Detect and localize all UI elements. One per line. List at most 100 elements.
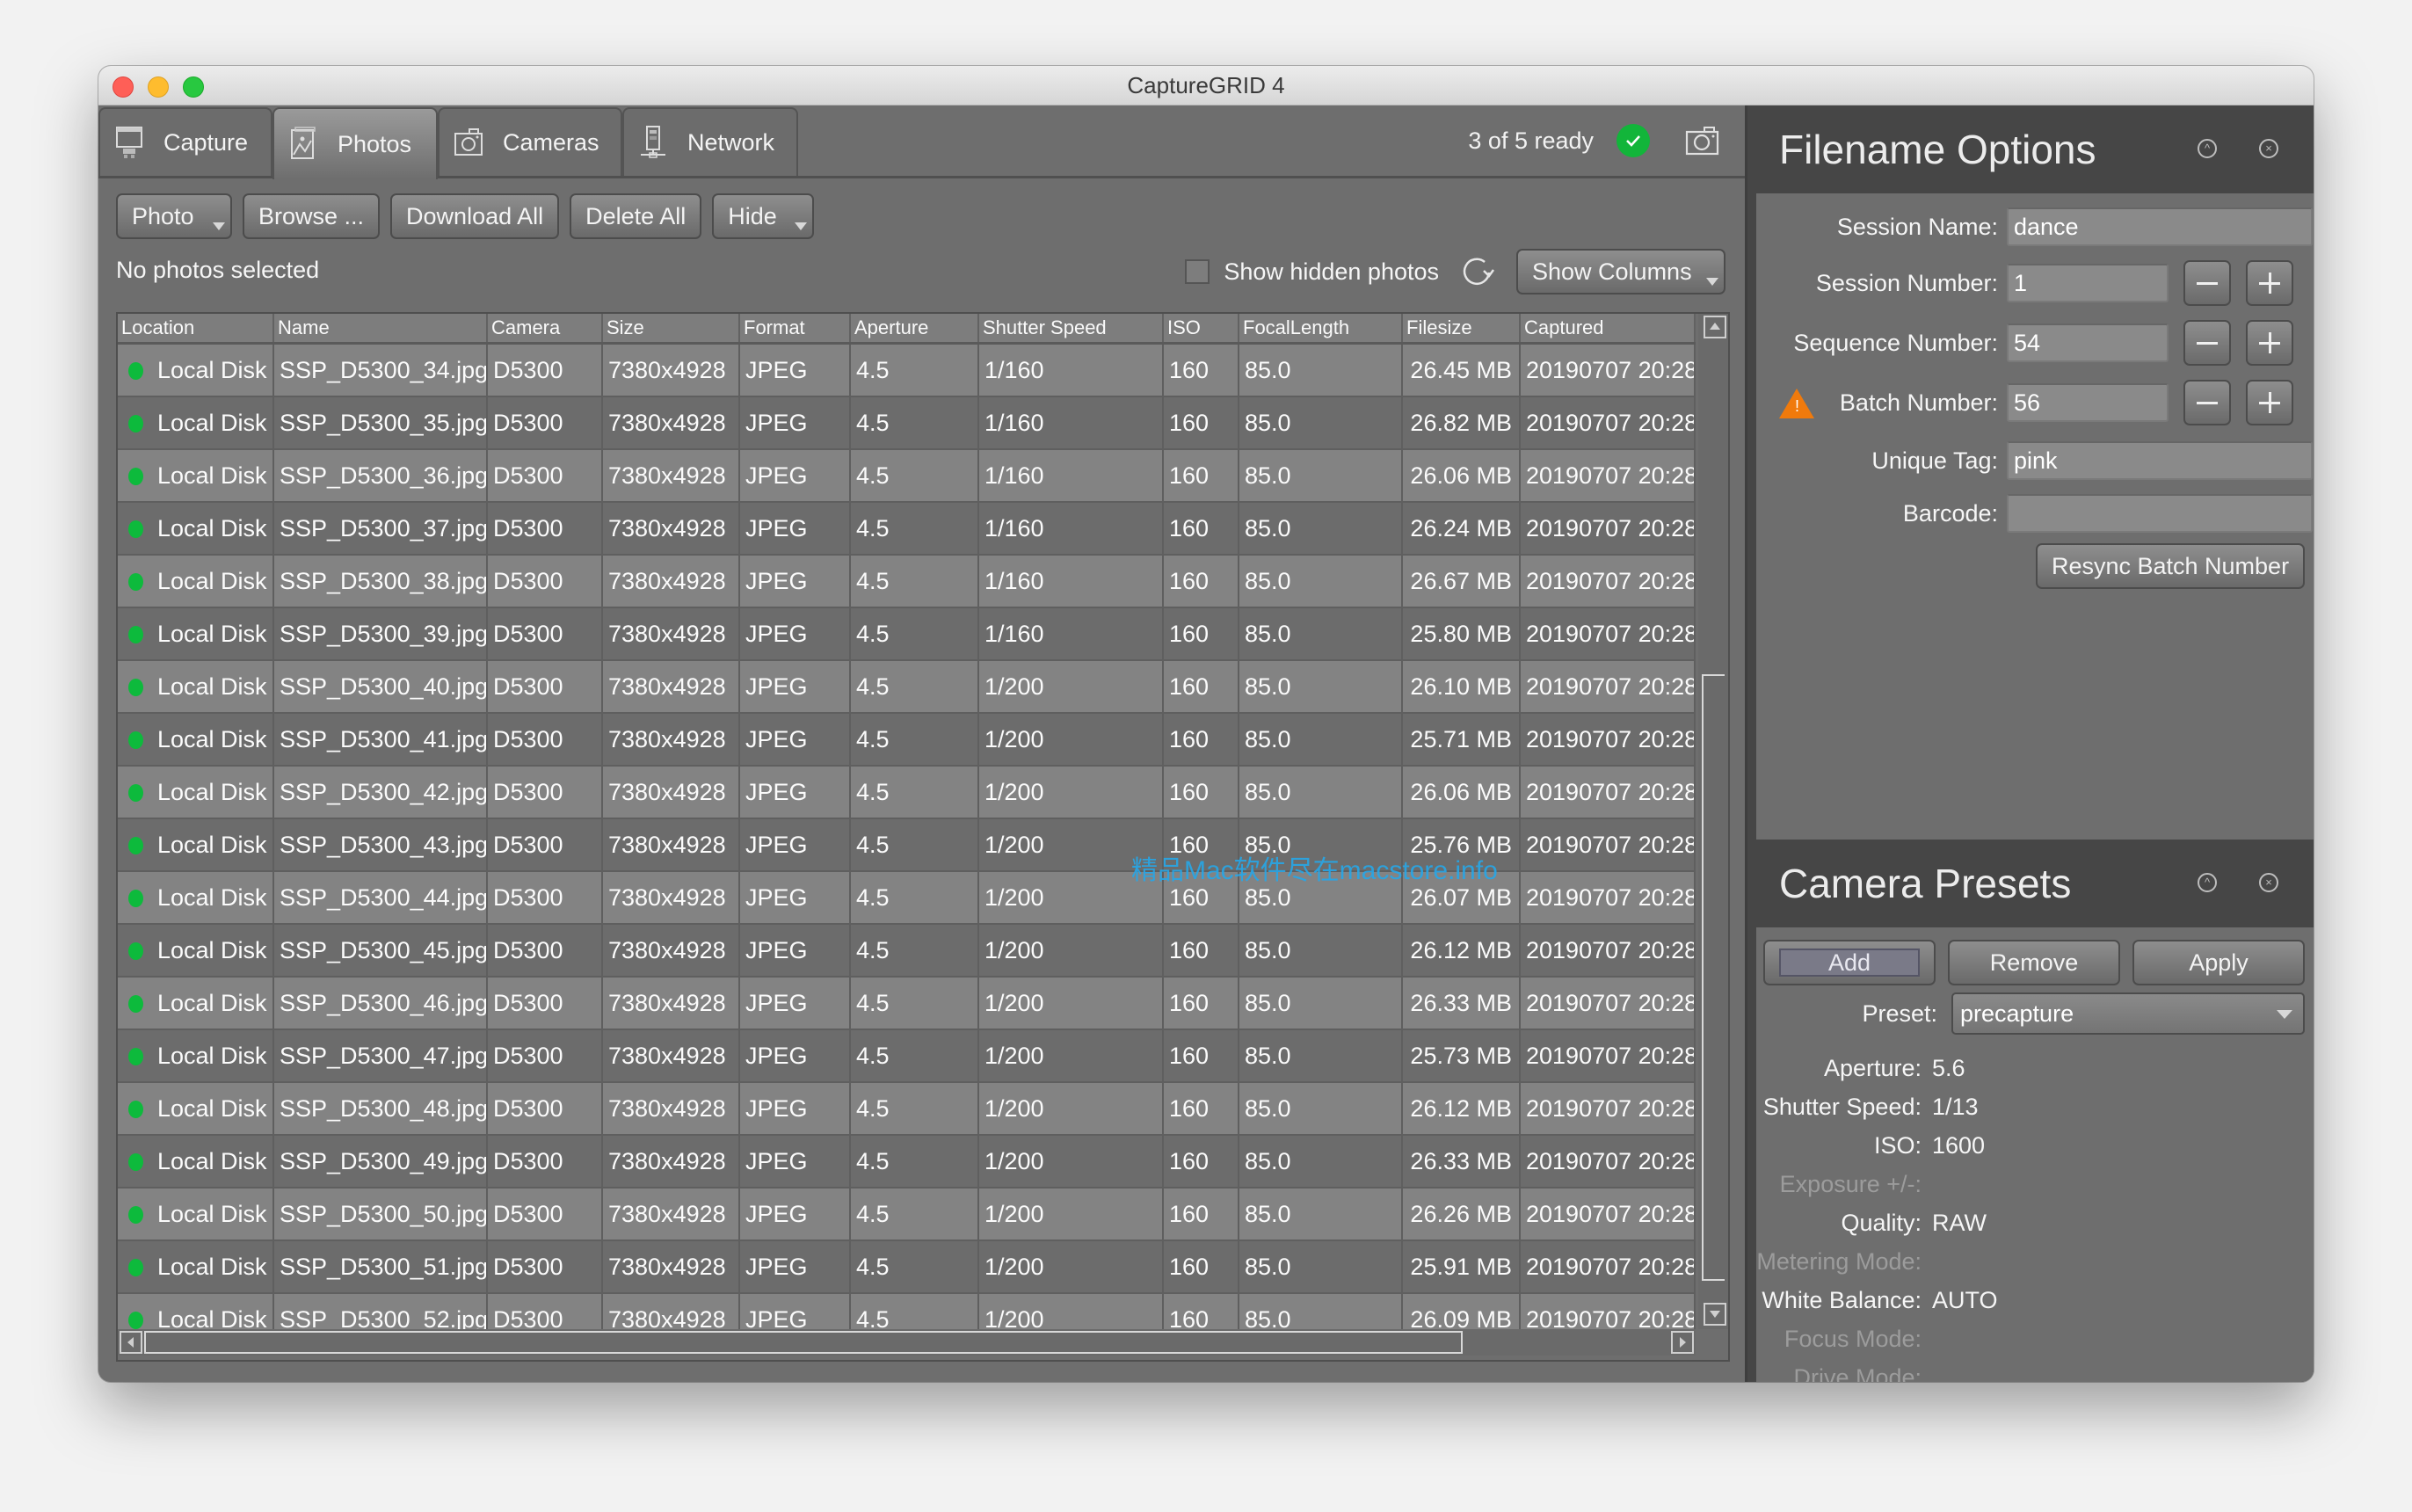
column-header-name[interactable]: Name (274, 314, 488, 342)
tab-photos[interactable]: Photos (272, 107, 438, 179)
table-row[interactable]: Local Disk SSP_D5300_48.jpg D5300 7380x4928… (118, 1083, 1696, 1136)
vertical-scrollbar[interactable] (1698, 314, 1728, 1329)
scroll-up-button[interactable] (1704, 316, 1726, 338)
preset-label: Preset: (1862, 1000, 1937, 1027)
cell-shutter: 1/160 (979, 345, 1164, 396)
preset-select[interactable]: precapture (1951, 992, 2305, 1035)
table-row[interactable]: Local Disk SSP_D5300_35.jpg D5300 7380x4928… (118, 397, 1696, 450)
column-header-format[interactable]: Format (740, 314, 851, 342)
scroll-down-button[interactable] (1704, 1303, 1726, 1326)
sequence-number-increment-button[interactable] (2246, 320, 2293, 366)
refresh-icon[interactable] (1458, 253, 1495, 290)
download-all-button[interactable]: Download All (390, 193, 560, 239)
cell-location: Local Disk (118, 661, 274, 712)
sequence-number-decrement-button[interactable] (2183, 320, 2231, 366)
table-row[interactable]: Local Disk SSP_D5300_51.jpg D5300 7380x4928… (118, 1241, 1696, 1294)
cell-location: Local Disk (118, 556, 274, 607)
apply-preset-button[interactable]: Apply (2132, 940, 2305, 985)
preset-field-label: White Balance: (1762, 1286, 1922, 1313)
preset-field-row: Shutter Speed: 1/13 (1756, 1089, 1979, 1124)
ready-count: 3 of 5 ready (1468, 127, 1594, 154)
cell-filesize: 26.33 MB (1403, 1136, 1521, 1187)
tab-cameras[interactable]: Cameras (438, 107, 622, 176)
close-icon[interactable]: × (2259, 873, 2278, 892)
table-row[interactable]: Local Disk SSP_D5300_44.jpg D5300 7380x4928… (118, 872, 1696, 925)
table-row[interactable]: Local Disk SSP_D5300_41.jpg D5300 7380x4928… (118, 714, 1696, 767)
hide-menu-button[interactable]: Hide (712, 193, 815, 239)
column-header-shutter-speed[interactable]: Shutter Speed (979, 314, 1164, 342)
session-number-increment-button[interactable] (2246, 260, 2293, 306)
table-row[interactable]: Local Disk SSP_D5300_34.jpg D5300 7380x4928… (118, 345, 1696, 397)
column-header-aperture[interactable]: Aperture (851, 314, 979, 342)
table-row[interactable]: Local Disk SSP_D5300_45.jpg D5300 7380x4928… (118, 925, 1696, 978)
tab-capture[interactable]: Capture (98, 107, 272, 176)
column-header-location[interactable]: Location (118, 314, 274, 342)
session-name-input[interactable]: dance (2007, 207, 2313, 246)
show-hidden-checkbox[interactable] (1185, 259, 1210, 284)
table-row[interactable]: Local Disk SSP_D5300_49.jpg D5300 7380x4928… (118, 1136, 1696, 1189)
barcode-input[interactable] (2007, 494, 2313, 533)
cell-filesize: 26.12 MB (1403, 925, 1521, 976)
column-header-camera[interactable]: Camera (488, 314, 603, 342)
cell-size: 7380x4928 (603, 661, 740, 712)
column-header-filesize[interactable]: Filesize (1403, 314, 1521, 342)
cell-filesize: 26.24 MB (1403, 503, 1521, 554)
table-row[interactable]: Local Disk SSP_D5300_38.jpg D5300 7380x4928… (118, 556, 1696, 608)
remove-preset-button[interactable]: Remove (1948, 940, 2120, 985)
add-preset-button[interactable]: Add (1763, 940, 1936, 985)
status-dot-icon (128, 995, 143, 1013)
sequence-number-input[interactable]: 54 (2007, 323, 2169, 362)
resync-batch-number-label: Resync Batch Number (2051, 552, 2290, 579)
close-icon[interactable]: × (2259, 139, 2278, 158)
table-row[interactable]: Local Disk SSP_D5300_36.jpg D5300 7380x4928… (118, 450, 1696, 503)
table-row[interactable]: Local Disk SSP_D5300_42.jpg D5300 7380x4928… (118, 767, 1696, 819)
show-columns-label: Show Columns (1532, 258, 1692, 285)
cell-iso: 160 (1164, 978, 1239, 1029)
batch-number-decrement-button[interactable] (2183, 380, 2231, 425)
status-dot-icon (128, 890, 143, 907)
unique-tag-input[interactable]: pink (2007, 441, 2313, 480)
table-row[interactable]: Local Disk SSP_D5300_37.jpg D5300 7380x4928… (118, 503, 1696, 556)
cell-shutter: 1/200 (979, 767, 1164, 818)
resync-batch-number-button[interactable]: Resync Batch Number (2036, 543, 2305, 589)
batch-number-input[interactable]: 56 (2007, 383, 2169, 422)
table-row[interactable]: Local Disk SSP_D5300_46.jpg D5300 7380x4928… (118, 978, 1696, 1030)
horizontal-scrollbar[interactable] (118, 1329, 1696, 1356)
cell-shutter: 1/200 (979, 978, 1164, 1029)
vertical-scroll-thumb[interactable] (1702, 674, 1725, 1281)
cell-format: JPEG (740, 556, 851, 607)
table-row[interactable]: Local Disk SSP_D5300_50.jpg D5300 7380x4928… (118, 1189, 1696, 1241)
table-row[interactable]: Local Disk SSP_D5300_43.jpg D5300 7380x4928… (118, 819, 1696, 872)
photo-menu-button[interactable]: Photo (116, 193, 232, 239)
table-row[interactable]: Local Disk SSP_D5300_39.jpg D5300 7380x4928… (118, 608, 1696, 661)
preset-field-value: 1/13 (1932, 1093, 1979, 1120)
delete-all-button[interactable]: Delete All (570, 193, 702, 239)
browse-button[interactable]: Browse ... (243, 193, 381, 239)
collapse-icon[interactable]: ^ (2198, 139, 2217, 158)
session-number-decrement-button[interactable] (2183, 260, 2231, 306)
cell-iso: 160 (1164, 1136, 1239, 1187)
scroll-right-button[interactable] (1671, 1331, 1694, 1354)
column-header-iso[interactable]: ISO (1164, 314, 1239, 342)
show-columns-button[interactable]: Show Columns (1516, 249, 1725, 294)
table-row[interactable]: Local Disk SSP_D5300_40.jpg D5300 7380x4928… (118, 661, 1696, 714)
location-text: Local Disk (157, 1201, 267, 1227)
batch-number-increment-button[interactable] (2246, 380, 2293, 425)
cell-shutter: 1/200 (979, 1136, 1164, 1187)
column-header-captured[interactable]: Captured (1521, 314, 1696, 342)
status-dot-icon (128, 1101, 143, 1118)
horizontal-scroll-thumb[interactable] (144, 1331, 1463, 1354)
cell-captured: 20190707 20:28 (1521, 1083, 1696, 1134)
cell-filesize: 26.45 MB (1403, 345, 1521, 396)
scroll-left-button[interactable] (120, 1331, 142, 1354)
column-header-focallength[interactable]: FocalLength (1239, 314, 1403, 342)
session-number-input[interactable]: 1 (2007, 264, 2169, 302)
camera-icon[interactable] (1685, 126, 1720, 156)
collapse-icon[interactable]: ^ (2198, 873, 2217, 892)
tab-network[interactable]: Network (622, 107, 798, 176)
cell-focal: 85.0 (1239, 1030, 1403, 1081)
preset-field-value: RAW (1932, 1209, 1987, 1236)
table-row[interactable]: Local Disk SSP_D5300_47.jpg D5300 7380x4928… (118, 1030, 1696, 1083)
cell-size: 7380x4928 (603, 1189, 740, 1239)
column-header-size[interactable]: Size (603, 314, 740, 342)
